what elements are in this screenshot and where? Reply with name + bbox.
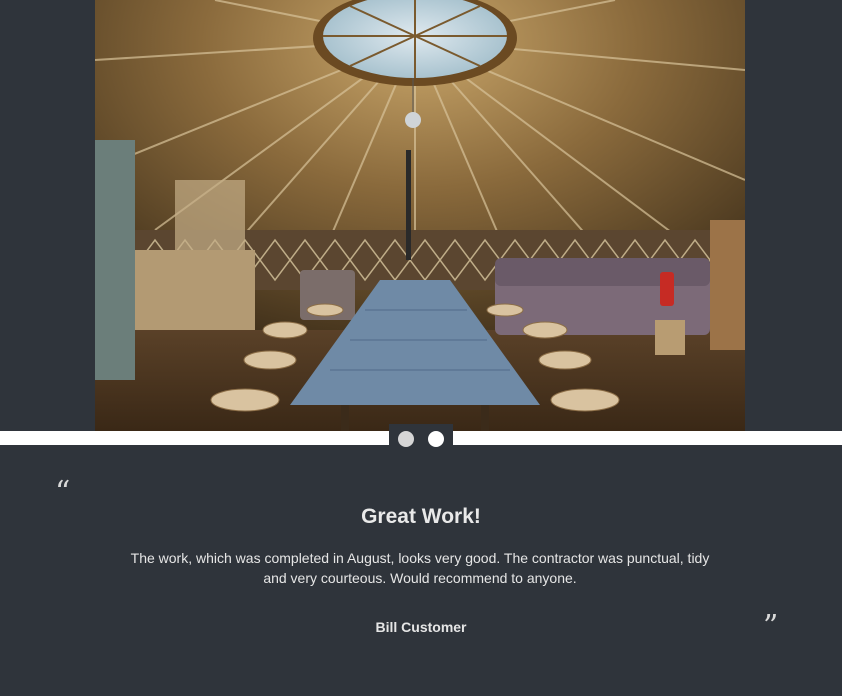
yurt-interior-image [95,0,745,431]
testimonial-author: Bill Customer [375,619,467,635]
gallery-photo[interactable] [95,0,745,431]
slide-dot-2[interactable] [428,430,444,447]
slider-pagination [389,424,453,453]
image-gallery [0,0,842,431]
slide-dot-1[interactable] [398,430,414,447]
testimonial-title: Great Work! [361,505,481,528]
close-quote-icon: ” [763,609,779,644]
testimonial-body: The work, which was completed in August,… [130,550,710,586]
open-quote-icon: “ [55,475,71,510]
